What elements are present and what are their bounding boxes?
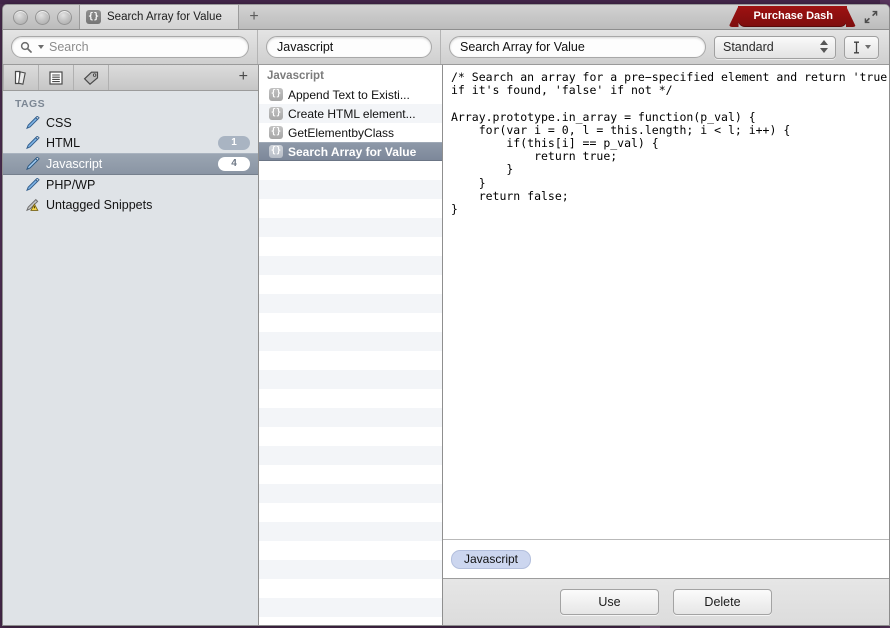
list-item-label: Create HTML element... (288, 106, 416, 121)
snippet-list-group-header: Javascript (259, 65, 442, 85)
tag-pencil-icon (25, 156, 41, 171)
detail-pane: /* Search an array for a pre−specified e… (443, 65, 889, 625)
snippet-name-input[interactable]: Search Array for Value (449, 36, 706, 58)
sidebar-item-css[interactable]: CSS (3, 113, 258, 133)
tab-title: Search Array for Value (107, 11, 222, 23)
tag-pencil-icon (25, 177, 41, 192)
toolbar-detail-section: Search Array for Value Standard (441, 30, 889, 64)
desktop-background: {} Search Array for Value + Purchase Das… (0, 0, 890, 628)
snippet-list-empty-rows (259, 161, 442, 625)
search-icon (20, 41, 32, 53)
list-item[interactable]: {} Create HTML element... (259, 104, 442, 123)
sidebar-item-untagged-snippets[interactable]: Untagged Snippets (3, 195, 258, 215)
chevron-up-icon (820, 39, 828, 45)
window-body: + TAGS CSS HTML 1 Javascript 4 PHP/WP Un… (3, 65, 889, 625)
traffic-lights (13, 10, 72, 25)
sidebar-section-header: TAGS (15, 98, 45, 110)
braces-icon: {} (269, 145, 283, 158)
list-item-selected[interactable]: {} Search Array for Value (259, 142, 442, 161)
tab-search-array-for-value[interactable]: {} Search Array for Value (79, 5, 239, 29)
snippet-tags-field[interactable]: Javascript (443, 539, 889, 578)
toolbar-search-section: Search (3, 30, 258, 64)
text-format-button[interactable] (844, 35, 879, 59)
list-item[interactable]: {} GetElementbyClass (259, 123, 442, 142)
sidebar-item-javascript[interactable]: Javascript 4 (3, 153, 258, 175)
tag-chip-javascript[interactable]: Javascript (451, 549, 532, 569)
search-input[interactable]: Search (11, 36, 249, 58)
minimize-button[interactable] (35, 10, 50, 25)
window-titlebar: {} Search Array for Value + Purchase Das… (3, 5, 889, 30)
tag-filter-input[interactable]: Javascript (266, 36, 432, 58)
fullscreen-icon[interactable] (863, 9, 879, 25)
braces-icon: {} (269, 88, 283, 101)
search-placeholder-text: Search (49, 40, 89, 54)
chevron-down-icon (820, 47, 828, 53)
sidebar-item-count-badge: 1 (218, 136, 250, 150)
toolbar-tag-section: Javascript (258, 30, 441, 64)
list-item[interactable]: {} Append Text to Existi... (259, 85, 442, 104)
snippet-name-value: Search Array for Value (460, 40, 585, 54)
list-item-label: Search Array for Value (288, 144, 417, 159)
style-select[interactable]: Standard (714, 35, 836, 59)
tag-filter-value: Javascript (277, 40, 334, 54)
tag-pencil-icon (25, 115, 41, 130)
snippet-list: Javascript {} Append Text to Existi... {… (259, 65, 443, 625)
stepper-arrows-icon (820, 39, 828, 53)
chevron-down-icon (865, 45, 871, 49)
list-item-label: GetElementbyClass (288, 125, 395, 140)
style-select-value: Standard (723, 40, 774, 54)
sidebar-item-label: Javascript (46, 157, 103, 171)
tag-icon[interactable] (74, 65, 109, 90)
main-toolbar: Search Javascript Search Array for Value… (3, 30, 889, 65)
list-icon[interactable] (39, 65, 74, 90)
sidebar-item-count-badge: 4 (218, 157, 250, 171)
list-item-label: Append Text to Existi... (288, 87, 410, 102)
sidebar: + TAGS CSS HTML 1 Javascript 4 PHP/WP Un… (3, 65, 259, 625)
sidebar-item-html[interactable]: HTML 1 (3, 133, 258, 153)
braces-icon: {} (269, 126, 283, 139)
purchase-dash-badge[interactable]: Purchase Dash (737, 6, 847, 27)
tag-pencil-icon (25, 135, 41, 150)
zoom-button[interactable] (57, 10, 72, 25)
close-button[interactable] (13, 10, 28, 25)
add-tag-button[interactable]: + (239, 68, 248, 86)
sidebar-toolbar: + (3, 65, 258, 91)
dash-window: {} Search Array for Value + Purchase Das… (2, 4, 890, 626)
sidebar-item-label: HTML (46, 136, 81, 150)
detail-button-bar: Use Delete (443, 578, 889, 625)
sidebar-item-php-wp[interactable]: PHP/WP (3, 175, 258, 195)
library-icon[interactable] (3, 65, 39, 90)
sidebar-item-label: Untagged Snippets (46, 198, 153, 212)
sidebar-item-label: PHP/WP (46, 178, 96, 192)
search-scope-chevron-down-icon[interactable] (38, 45, 44, 49)
braces-icon: {} (269, 107, 283, 120)
sidebar-item-label: CSS (46, 116, 72, 130)
use-button[interactable]: Use (560, 589, 659, 615)
warning-tag-icon (25, 198, 41, 212)
code-editor[interactable]: /* Search an array for a pre−specified e… (443, 65, 889, 539)
text-cursor-icon (854, 41, 859, 53)
delete-button[interactable]: Delete (673, 589, 772, 615)
new-tab-button[interactable]: + (241, 5, 267, 29)
braces-icon: {} (86, 10, 101, 24)
